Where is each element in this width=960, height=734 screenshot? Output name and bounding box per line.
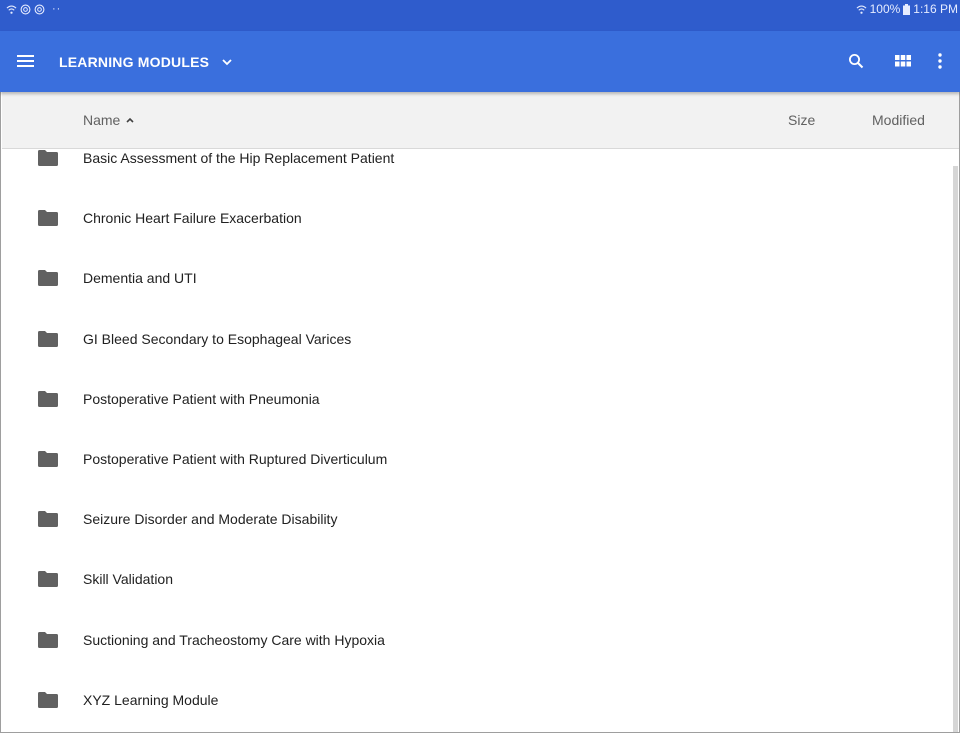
folder-name: Seizure Disorder and Moderate Disability [83,511,338,528]
search-icon[interactable] [845,50,867,72]
folder-icon [38,330,58,347]
folder-switcher[interactable]: LEARNING MODULES [59,31,233,92]
wifi-signal-icon [856,5,867,14]
folder-row[interactable]: Postoperative Patient with Ruptured Dive… [2,431,956,491]
folder-icon [38,210,58,227]
folder-icon [38,631,58,648]
folder-row[interactable]: XYZ Learning Module [2,672,956,732]
folder-icon [38,451,58,467]
more-vert-icon[interactable] [929,50,951,72]
folder-row[interactable]: Dementia and UTI [2,250,956,310]
folder-row[interactable]: Suctioning and Tracheostomy Care with Hy… [2,612,956,672]
folder-row[interactable]: Seizure Disorder and Moderate Disability [2,491,956,551]
sync-icon [20,4,31,14]
folder-row[interactable]: Chronic Heart Failure Exacerbation [2,190,956,250]
grid-view-icon[interactable] [892,50,914,72]
folder-name: Postoperative Patient with Pneumonia [83,390,320,407]
page-title: LEARNING MODULES [59,53,210,70]
folder-icon [38,390,58,407]
folder-icon [38,511,58,528]
status-bar: ·· 100% 1:16 PM [0,0,960,31]
more-notifications-icon: ·· [52,3,62,15]
sort-by-size[interactable]: Size [788,112,815,128]
folder-name: XYZ Learning Module [83,691,219,708]
battery-icon [903,3,911,15]
folder-name: Dementia and UTI [83,270,197,287]
battery-percent: 100% [869,2,901,16]
folder-row[interactable]: Skill Validation [2,551,956,611]
folder-name: Postoperative Patient with Ruptured Dive… [83,451,388,467]
folder-name: Chronic Heart Failure Exacerbation [83,210,302,227]
folder-icon [38,150,58,166]
sort-by-modified[interactable]: Modified [872,112,925,128]
sort-by-name[interactable]: Name [83,112,134,128]
folder-name: GI Bleed Secondary to Esophageal Varices [83,330,352,347]
folder-icon [38,571,58,588]
menu-icon[interactable] [17,51,43,71]
folder-icon [38,691,58,708]
folder-row[interactable]: Postoperative Patient with Pneumonia [2,371,956,431]
clock: 1:16 PM [913,2,958,16]
folder-name: Skill Validation [83,571,174,588]
folder-icon [38,270,58,287]
column-header: Name Size Modified [2,92,959,149]
app-bar: LEARNING MODULES [0,31,960,92]
wifi-icon [6,5,17,14]
folder-name: Basic Assessment of the Hip Replacement … [83,150,395,166]
scrollbar[interactable] [953,166,958,732]
folder-row[interactable]: GI Bleed Secondary to Esophageal Varices [2,311,956,371]
sync-icon [34,4,45,14]
sort-ascending-icon [126,117,134,123]
folder-name: Suctioning and Tracheostomy Care with Hy… [83,631,385,648]
chevron-down-icon [222,58,232,65]
name-column-label: Name [83,112,121,128]
app-window: Basic Assessment of the Hip Replacement … [0,0,960,733]
